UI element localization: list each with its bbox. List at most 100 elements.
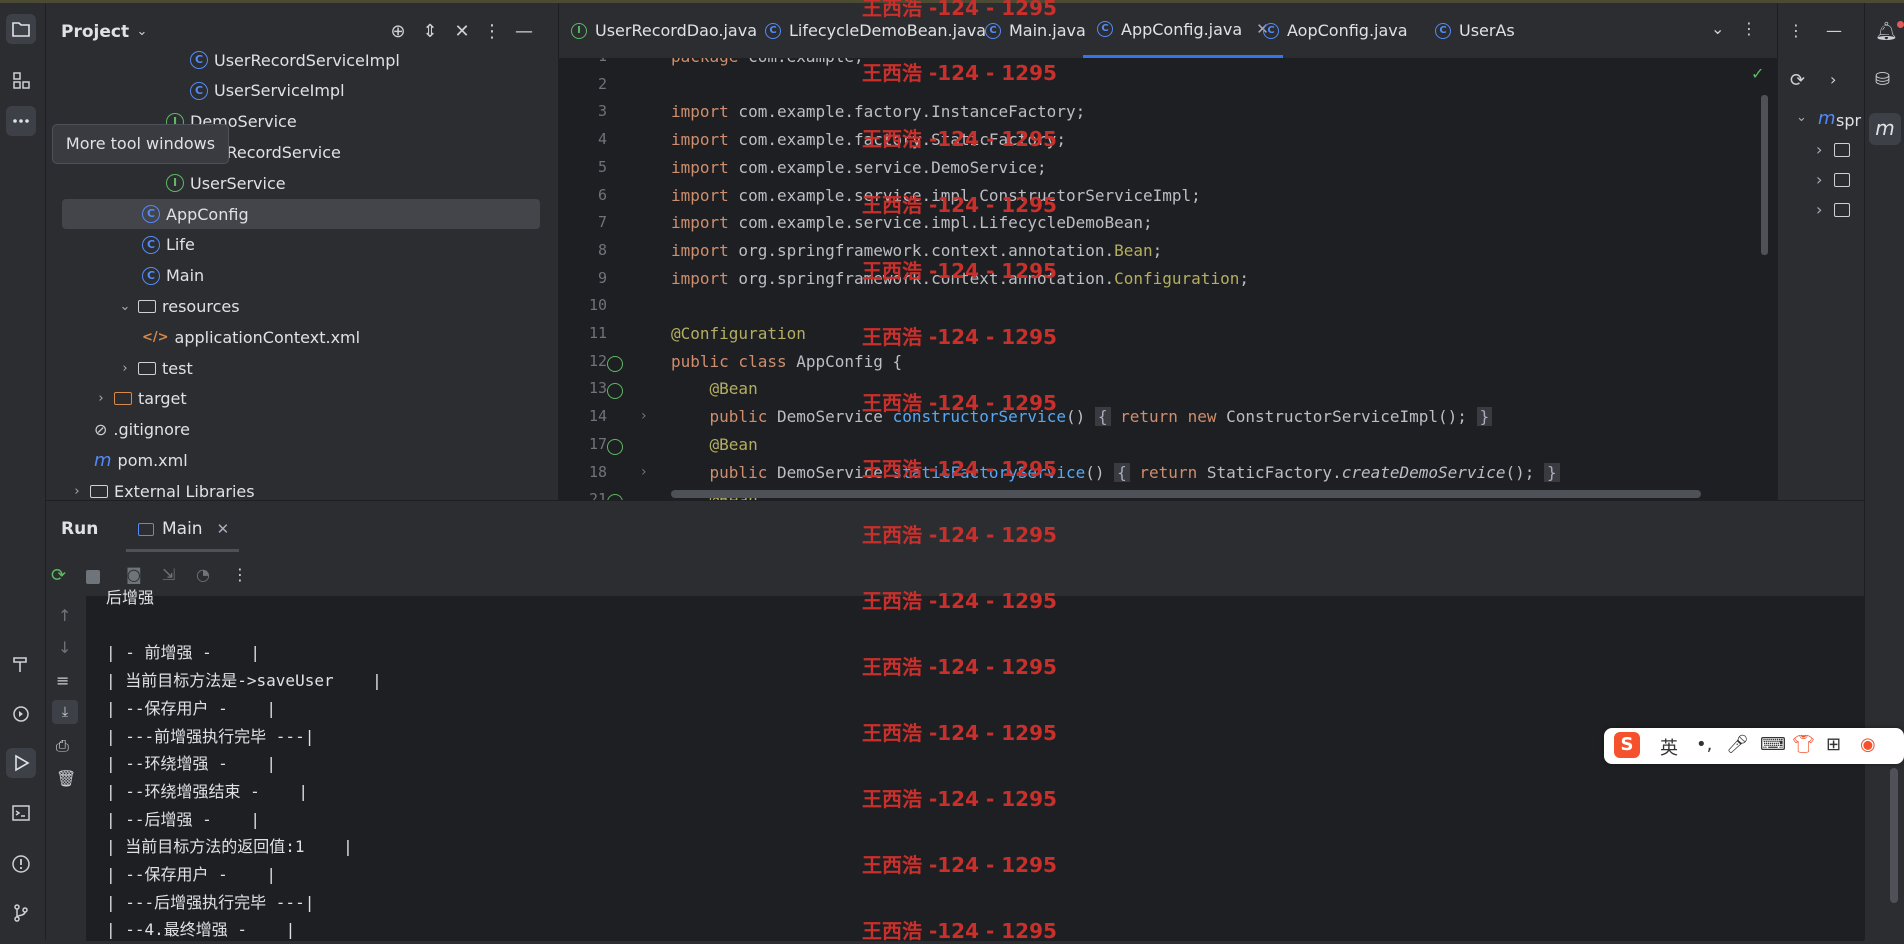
tree-item[interactable]: C UserRecordServiceImpl xyxy=(62,45,540,75)
options-icon[interactable]: ⋮ xyxy=(482,22,502,42)
console-output[interactable]: 后增强 | - 前增强 - | | 当前目标方法是->saveUser | | --保… xyxy=(86,588,1898,941)
code-line[interactable]: @Bean xyxy=(671,379,758,398)
stop-icon[interactable] xyxy=(86,570,100,584)
tree-item[interactable]: </> applicationContext.xml xyxy=(62,322,540,352)
soft-wrap-icon[interactable]: ≡ xyxy=(56,671,69,690)
print-icon[interactable]: ⎙ xyxy=(56,736,69,756)
watermark-text: 王西浩 -124 - 1295 xyxy=(862,259,1057,283)
no-problems-check-icon[interactable]: ✓ xyxy=(1751,64,1764,83)
code-line[interactable]: public DemoService staticFactoryService(… xyxy=(671,462,1560,482)
tree-item[interactable]: C AppConfig xyxy=(62,199,540,229)
terminal-tool-button[interactable] xyxy=(6,798,36,828)
collapse-all-icon[interactable]: ✕ xyxy=(452,22,472,42)
fold-chevron-icon[interactable]: › xyxy=(641,408,647,424)
chevron-down-icon[interactable]: ⌄ xyxy=(132,22,152,42)
editor-tab[interactable]: C UserAs xyxy=(1421,3,1529,58)
chevron-down-icon[interactable]: ⌄ xyxy=(118,299,132,314)
punctuation-icon[interactable]: •, xyxy=(1696,734,1712,755)
fold-chevron-icon[interactable]: › xyxy=(641,464,647,480)
console-line: | --保存用户 - | xyxy=(106,698,276,718)
tree-item[interactable]: ⌄ resources xyxy=(62,291,540,321)
skin-icon[interactable]: 👕︎ xyxy=(1792,734,1815,755)
options-icon[interactable]: ⋮ xyxy=(1788,21,1804,40)
code-line[interactable]: public DemoService constructorService() … xyxy=(671,407,1493,427)
editor-tab[interactable]: C AopConfig.java xyxy=(1249,3,1422,58)
editor-tab[interactable]: I UserRecordDao.java xyxy=(557,3,771,58)
sogou-logo-icon[interactable]: S xyxy=(1614,732,1640,758)
tabs-options-icon[interactable]: ⋮ xyxy=(1741,19,1757,38)
hide-icon[interactable]: — xyxy=(514,22,534,42)
plugins-node-chevron[interactable]: › xyxy=(1816,170,1822,189)
console-line: | --保存用户 - | xyxy=(106,865,276,884)
scroll-to-end-icon[interactable]: ⤓ xyxy=(52,700,78,724)
reload-icon[interactable]: ⟳ xyxy=(1790,70,1805,91)
rerun-icon[interactable]: ⟳ xyxy=(51,565,66,586)
database-icon[interactable]: ⛁ xyxy=(1875,69,1890,90)
tree-item[interactable]: C Main xyxy=(62,261,540,291)
services-tool-button[interactable] xyxy=(6,699,36,729)
maven-project-label[interactable]: spr xyxy=(1836,111,1861,130)
build-tool-button[interactable] xyxy=(6,649,36,679)
code-line[interactable]: public class AppConfig { xyxy=(671,352,902,371)
dependencies-node-chevron[interactable]: › xyxy=(1816,200,1822,219)
ime-language-toggle[interactable]: 英 xyxy=(1660,734,1678,760)
code-line[interactable]: @Configuration xyxy=(671,324,806,343)
microphone-icon[interactable]: 🎤︎ xyxy=(1726,734,1749,755)
locate-icon[interactable]: ⊕ xyxy=(388,22,408,42)
chevron-right-icon[interactable]: › xyxy=(94,391,108,406)
options-icon[interactable]: ⋮ xyxy=(232,565,248,584)
spring-bean-gutter-icon[interactable] xyxy=(607,355,623,372)
git-tool-button[interactable] xyxy=(6,898,36,928)
close-icon[interactable]: ✕ xyxy=(217,520,230,538)
more-tool-windows-button[interactable] xyxy=(6,106,36,136)
tree-item-label: target xyxy=(138,389,187,409)
spring-bean-gutter-icon[interactable] xyxy=(607,383,623,400)
camera-icon[interactable]: ◙ xyxy=(126,565,142,584)
tree-item[interactable]: C UserServiceImpl xyxy=(62,76,540,106)
editor-vertical-scrollbar[interactable] xyxy=(1761,95,1768,255)
watermark-text: 王西浩 -124 - 1295 xyxy=(862,721,1057,745)
tree-item[interactable]: I UserService xyxy=(62,168,540,198)
class-icon: C xyxy=(1263,22,1279,39)
expand-all-icon[interactable]: ⇕ xyxy=(420,22,440,42)
export-icon[interactable]: ⇲ xyxy=(162,565,175,584)
tabs-overflow-chevron-icon[interactable]: ⌄ xyxy=(1711,19,1724,38)
spring-bean-gutter-icon[interactable] xyxy=(607,438,623,455)
code-editor[interactable]: 1234567891011121314›1718›21 package com.… xyxy=(559,58,1777,500)
code-line[interactable]: import com.example.service.DemoService; xyxy=(671,158,1047,177)
coverage-icon[interactable]: ◔ xyxy=(196,565,210,584)
lifecycle-node-chevron[interactable]: › xyxy=(1816,140,1822,159)
chevron-down-icon[interactable]: ⌄ xyxy=(1796,110,1807,125)
tree-item[interactable]: › target xyxy=(62,384,540,414)
keyboard-icon[interactable]: ⌨︎ xyxy=(1760,734,1786,755)
tree-item[interactable]: C Life xyxy=(62,230,540,260)
notifications-icon[interactable]: 🔔︎ xyxy=(1875,21,1898,42)
minimize-icon[interactable]: — xyxy=(1826,21,1842,40)
tree-item[interactable]: ⊘ .gitignore xyxy=(62,415,540,445)
code-line[interactable]: package com.example; xyxy=(671,58,864,66)
chevron-right-icon[interactable]: › xyxy=(1830,70,1836,89)
trash-icon[interactable]: 🗑︎ xyxy=(56,769,76,788)
code-line[interactable]: import com.example.factory.InstanceFacto… xyxy=(671,102,1085,121)
up-arrow-icon[interactable]: ↑ xyxy=(58,606,71,625)
project-title[interactable]: Project xyxy=(61,22,129,42)
code-line[interactable]: @Bean xyxy=(671,435,758,454)
run-tool-button[interactable] xyxy=(6,748,36,778)
class-icon: C xyxy=(190,51,208,69)
chevron-right-icon[interactable]: › xyxy=(70,484,84,499)
editor-tab-label: AopConfig.java xyxy=(1287,21,1408,40)
tree-item[interactable]: › test xyxy=(62,353,540,383)
mascot-icon[interactable]: ◉ xyxy=(1860,734,1876,755)
toolbox-icon[interactable]: ⊞ xyxy=(1826,734,1841,755)
down-arrow-icon[interactable]: ↓ xyxy=(58,638,71,657)
console-scrollbar[interactable] xyxy=(1890,768,1898,903)
tree-item[interactable]: m pom.xml xyxy=(62,445,540,475)
watermark-text: 王西浩 -124 - 1295 xyxy=(862,787,1057,811)
project-tool-button[interactable] xyxy=(6,14,36,44)
structure-tool-button[interactable] xyxy=(6,65,36,95)
editor-horizontal-scrollbar[interactable] xyxy=(671,490,1701,498)
run-tab-main[interactable]: Main ✕ xyxy=(126,509,240,552)
chevron-right-icon[interactable]: › xyxy=(118,361,132,376)
problems-tool-button[interactable] xyxy=(6,849,36,879)
maven-tool-button[interactable]: m xyxy=(1869,113,1901,145)
